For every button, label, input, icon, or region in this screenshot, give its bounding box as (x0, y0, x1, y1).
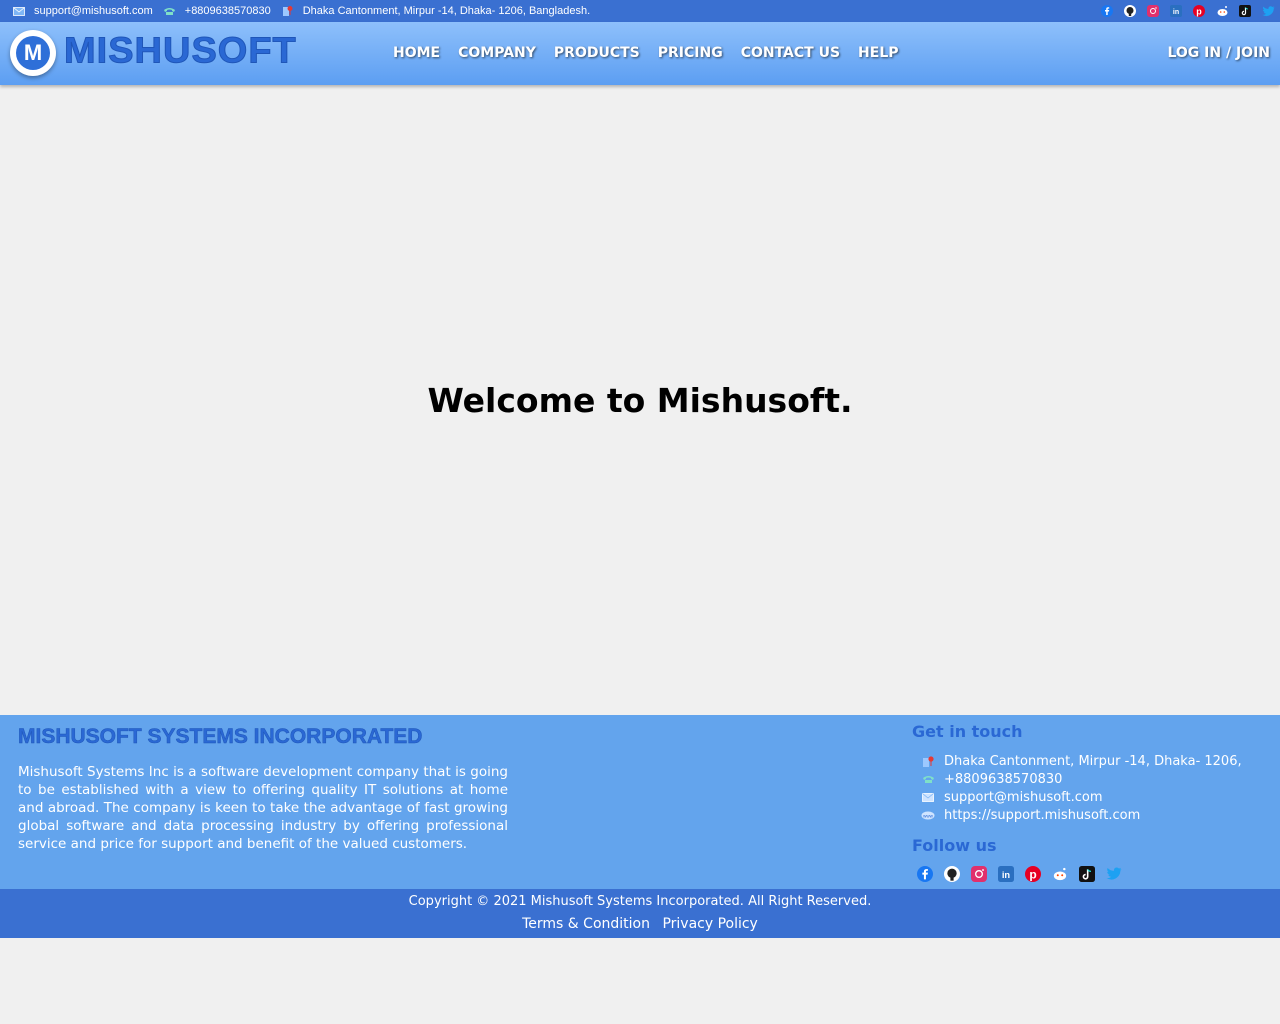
nav-contact-us[interactable]: CONTACT US (741, 45, 840, 61)
github-icon[interactable] (944, 866, 960, 882)
privacy-link[interactable]: Privacy Policy (662, 916, 757, 932)
copyright-text: Copyright © 2021 Mishusoft Systems Incor… (408, 894, 872, 909)
facebook-icon[interactable] (1099, 3, 1115, 19)
footer-social-links: in p (917, 866, 1122, 882)
tiktok-icon[interactable] (1237, 3, 1253, 19)
footer-company-description: Mishusoft Systems Inc is a software deve… (18, 764, 508, 852)
email-icon (920, 790, 936, 804)
topbar-social-links: in p (1099, 3, 1276, 19)
login-join-link[interactable]: LOG IN / JOIN (1167, 45, 1270, 61)
map-pin-icon (920, 754, 936, 768)
logo-letter: M (16, 36, 50, 70)
footer-email-text: support@mishusoft.com (944, 789, 1103, 805)
follow-us-heading: Follow us (912, 836, 997, 855)
topbar-phone[interactable]: +8809638570830 (163, 5, 271, 17)
pinterest-icon[interactable]: p (1191, 3, 1207, 19)
github-icon[interactable] (1122, 3, 1138, 19)
pinterest-icon[interactable]: p (1025, 866, 1041, 882)
twitter-icon[interactable] (1106, 866, 1122, 882)
nav-products[interactable]: PRODUCTS (554, 45, 640, 61)
map-pin-icon (281, 5, 295, 17)
topbar-email[interactable]: support@mishusoft.com (12, 5, 153, 17)
reddit-icon[interactable] (1214, 3, 1230, 19)
topbar-address: Dhaka Cantonment, Mirpur -14, Dhaka- 120… (281, 5, 590, 17)
legal-links: Terms & Condition Privacy Policy (0, 916, 1280, 932)
nav-home[interactable]: HOME (393, 45, 440, 61)
topbar-address-text: Dhaka Cantonment, Mirpur -14, Dhaka- 120… (302, 5, 591, 17)
main-nav: HOME COMPANY PRODUCTS PRICING CONTACT US… (393, 45, 899, 61)
footer-email[interactable]: support@mishusoft.com (920, 788, 1242, 806)
svg-text:p: p (1029, 868, 1036, 882)
svg-text:in: in (1002, 870, 1011, 880)
footer-website-text: https://support.mishusoft.com (944, 807, 1141, 823)
reddit-icon[interactable] (1052, 866, 1068, 882)
main-header: M MISHUSOFT HOME COMPANY PRODUCTS PRICIN… (0, 22, 1280, 85)
footer-company-title: MISHUSOFT SYSTEMS INCORPORATED (18, 725, 423, 749)
tiktok-icon[interactable] (1079, 866, 1095, 882)
footer-address-text: Dhaka Cantonment, Mirpur -14, Dhaka- 120… (944, 753, 1242, 769)
topbar-email-text: support@mishusoft.com (34, 5, 153, 17)
footer: MISHUSOFT SYSTEMS INCORPORATED Mishusoft… (0, 715, 1280, 889)
svg-text:in: in (1173, 9, 1179, 16)
logo-badge[interactable]: M (10, 30, 56, 76)
instagram-icon[interactable] (1145, 3, 1161, 19)
topbar-phone-text: +8809638570830 (184, 5, 271, 17)
welcome-heading: Welcome to Mishusoft. (427, 380, 853, 420)
twitter-icon[interactable] (1260, 3, 1276, 19)
main-content: Welcome to Mishusoft. (0, 85, 1280, 715)
phone-icon (920, 772, 936, 786)
nav-help[interactable]: HELP (858, 45, 898, 61)
footer-website[interactable]: www https://support.mishusoft.com (920, 806, 1242, 824)
www-icon: www (920, 808, 936, 822)
facebook-icon[interactable] (917, 866, 933, 882)
footer-phone[interactable]: +8809638570830 (920, 770, 1242, 788)
copyright-bar: Copyright © 2021 Mishusoft Systems Incor… (0, 889, 1280, 938)
footer-phone-text: +8809638570830 (944, 771, 1063, 787)
nav-pricing[interactable]: PRICING (658, 45, 723, 61)
top-info-bar: support@mishusoft.com +8809638570830 Dha… (0, 0, 1280, 22)
footer-contact-list: Dhaka Cantonment, Mirpur -14, Dhaka- 120… (920, 752, 1242, 824)
nav-company[interactable]: COMPANY (458, 45, 536, 61)
phone-icon (163, 5, 177, 17)
terms-link[interactable]: Terms & Condition (522, 916, 650, 932)
instagram-icon[interactable] (971, 866, 987, 882)
linkedin-icon[interactable]: in (998, 866, 1014, 882)
email-icon (12, 5, 26, 17)
logo-wordmark[interactable]: MISHUSOFT (64, 31, 297, 72)
linkedin-icon[interactable]: in (1168, 3, 1184, 19)
svg-text:p: p (1196, 7, 1202, 17)
footer-address: Dhaka Cantonment, Mirpur -14, Dhaka- 120… (920, 752, 1242, 770)
svg-text:www: www (923, 813, 933, 818)
get-in-touch-heading: Get in touch (912, 722, 1023, 741)
